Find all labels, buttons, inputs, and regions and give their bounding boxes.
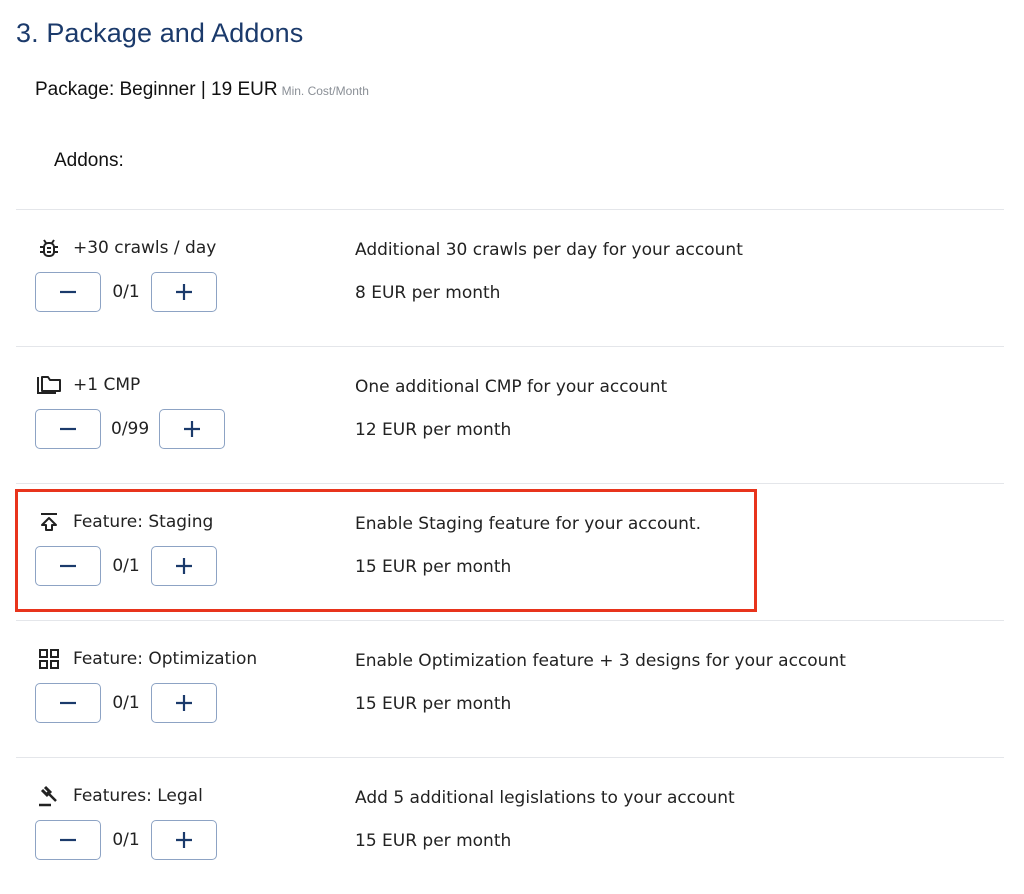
quantity-value: 0/1: [112, 556, 140, 576]
increment-button[interactable]: [151, 683, 217, 723]
addon-price: 15 EUR per month: [355, 557, 512, 577]
decrement-button[interactable]: [35, 272, 101, 312]
addon-price: 15 EUR per month: [355, 831, 512, 851]
folder-icon: [36, 374, 62, 396]
addon-row-legal: Features: Legal 0/1 Add 5 additional leg…: [0, 758, 1024, 894]
addon-price: 15 EUR per month: [355, 694, 512, 714]
addon-row-crawls: +30 crawls / day 0/1 Additional 30 crawl…: [0, 210, 1024, 346]
addon-description: Enable Optimization feature + 3 designs …: [355, 651, 846, 671]
addon-title: Feature: Staging: [73, 512, 214, 532]
addon-title: Feature: Optimization: [73, 649, 258, 669]
increment-button[interactable]: [151, 272, 217, 312]
bug-icon: [36, 237, 62, 259]
addon-row-optimization: Feature: Optimization 0/1 Enable Optimiz…: [0, 621, 1024, 757]
addon-title: +30 crawls / day: [73, 238, 217, 258]
addon-price: 8 EUR per month: [355, 283, 501, 303]
decrement-button[interactable]: [35, 546, 101, 586]
addon-row-cmp: +1 CMP 0/99 One additional CMP for your …: [0, 347, 1024, 483]
plus-icon: [176, 558, 192, 574]
addon-description: Add 5 additional legislations to your ac…: [355, 788, 735, 808]
quantity-stepper: 0/1: [35, 682, 217, 724]
quantity-stepper: 0/1: [35, 545, 217, 587]
package-label: Package: Beginner | 19 EUR: [35, 79, 278, 100]
decrement-button[interactable]: [35, 683, 101, 723]
addon-description: Additional 30 crawls per day for your ac…: [355, 240, 743, 260]
plus-icon: [176, 284, 192, 300]
upload-icon: [36, 511, 62, 533]
increment-button[interactable]: [159, 409, 226, 449]
quantity-stepper: 0/99: [35, 408, 226, 450]
quantity-stepper: 0/1: [35, 819, 217, 861]
addon-price: 12 EUR per month: [355, 420, 512, 440]
minus-icon: [60, 701, 76, 705]
minus-icon: [60, 290, 76, 294]
quantity-value: 0/1: [112, 830, 140, 850]
grid-icon: [36, 648, 62, 670]
addon-title: +1 CMP: [73, 375, 141, 395]
gavel-icon: [36, 785, 62, 807]
addon-title: Features: Legal: [73, 786, 203, 806]
addon-row-staging: Feature: Staging 0/1 Enable Staging feat…: [0, 484, 1024, 620]
minus-icon: [60, 427, 76, 431]
quantity-value: 0/99: [111, 419, 150, 439]
quantity-value: 0/1: [112, 282, 140, 302]
minus-icon: [60, 564, 76, 568]
plus-icon: [184, 421, 201, 437]
addon-description: Enable Staging feature for your account.: [355, 514, 701, 534]
plus-icon: [176, 695, 192, 711]
quantity-value: 0/1: [112, 693, 140, 713]
addons-label: Addons:: [54, 150, 124, 171]
section-title: 3. Package and Addons: [16, 18, 304, 48]
increment-button[interactable]: [151, 546, 217, 586]
addon-description: One additional CMP for your account: [355, 377, 668, 397]
min-cost-note: Min. Cost/Month: [281, 84, 369, 98]
minus-icon: [60, 838, 76, 842]
plus-icon: [176, 832, 192, 848]
package-summary: Package: Beginner | 19 EUR Min. Cost/Mont…: [35, 79, 369, 101]
quantity-stepper: 0/1: [35, 271, 217, 313]
decrement-button[interactable]: [35, 409, 101, 449]
increment-button[interactable]: [151, 820, 217, 860]
decrement-button[interactable]: [35, 820, 101, 860]
